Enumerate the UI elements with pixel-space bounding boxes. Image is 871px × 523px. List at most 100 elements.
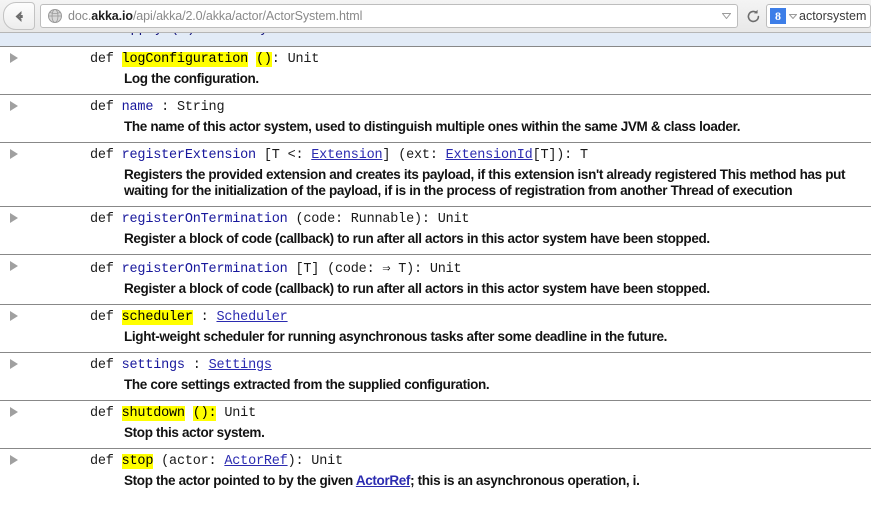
url-prefix: doc. [68,9,92,23]
member-return-type: Unit [437,212,470,227]
member-return-type-link[interactable]: Scheduler [216,310,287,325]
member-signature: def scheduler : Scheduler [0,305,871,326]
expand-toggle-icon[interactable] [10,311,18,321]
member-colon: : [200,310,209,325]
member-name: logConfiguration [121,52,249,67]
expand-toggle-icon[interactable] [10,261,18,271]
search-engine-icon[interactable]: 8 [770,8,786,24]
member-description: Register a block of code (callback) to r… [124,281,710,296]
keyword-def: def [90,212,114,227]
member-row[interactable]: def stop (actor: ActorRef): Unit Stop th… [0,448,871,496]
member-description: Light-weight scheduler for running async… [124,329,668,344]
member-return-type: Unit [287,52,320,67]
member-return-type: Unit [224,406,256,421]
member-signature: def registerOnTermination (code: Runnabl… [0,207,871,228]
member-return-type-link[interactable]: Settings [209,358,272,373]
member-description: Register a block of code (callback) to r… [124,231,710,246]
member-signature: def settings : Settings [0,353,871,374]
member-row[interactable]: def registerOnTermination (code: Runnabl… [0,206,871,254]
url-path: /api/akka/2.0/akka/actor/ActorSystem.htm… [132,9,363,23]
member-description: Registers the provided extension and cre… [124,167,846,198]
reload-button[interactable] [742,9,764,24]
globe-favicon-icon [48,9,62,23]
member-row[interactable]: def registerOnTermination [T] (code: ⇒ T… [0,254,871,304]
keyword-def: def [90,52,114,67]
member-return-type: T [579,148,588,163]
member-return-type: Unit [311,454,343,469]
keyword-def: def [90,406,114,421]
member-signature: def name : String [0,95,871,116]
param-type-link[interactable]: ActorRef [224,454,287,469]
member-signature: def stop (actor: ActorRef): Unit [0,449,871,470]
member-name: shutdown [121,406,185,421]
member-params: () [255,52,272,67]
type-params-pre: [T <: [263,148,312,163]
member-signature: def logConfiguration (): Unit [0,47,871,68]
member-signature: def shutdown (): Unit [0,401,871,422]
member-name: registerOnTermination [121,262,288,277]
expand-toggle-icon[interactable] [10,455,18,465]
description-tail: ; this is an asynchronous operation, i. [410,473,640,488]
member-description: Stop the actor pointed to by the given A… [0,470,871,496]
params-pre: (actor: [161,454,225,469]
url-domain: akka.io [91,9,133,23]
member-name: settings [121,358,185,373]
member-params: (code: Runnable): [295,212,430,227]
back-arrow-icon [15,10,23,22]
actorref-link[interactable]: ActorRef [356,473,411,488]
keyword-def: def [90,310,114,325]
clipped-member-row[interactable]: def apply ( ): ActorSystem [0,33,871,46]
expand-toggle-icon[interactable] [10,407,18,417]
expand-toggle-icon[interactable] [10,359,18,369]
expand-toggle-icon[interactable] [10,213,18,223]
expand-toggle-icon[interactable] [10,149,18,159]
member-description: The core settings extracted from the sup… [124,377,490,392]
description-line-with-link: Stop the actor pointed to by the given A… [124,473,640,488]
type-params-post: ] [382,148,391,163]
member-colon: : [192,358,201,373]
expand-toggle-icon[interactable] [10,53,18,63]
keyword-def: def [90,148,114,163]
member-return-type: Unit [429,262,462,277]
member-description: Stop this actor system. [124,425,265,440]
clipped-signature: def apply ( ): ActorSystem [0,33,301,37]
keyword-def: def [90,262,114,277]
member-return-type: String [176,100,225,115]
address-dropdown-caret-icon[interactable] [718,13,734,19]
member-row[interactable]: def name : String The name of this actor… [0,94,871,142]
browser-toolbar: doc.akka.io/api/akka/2.0/akka/actor/Acto… [0,0,871,33]
back-button[interactable] [3,2,35,30]
member-colon: : [161,100,170,115]
member-colon: : [271,52,280,67]
param-type-link[interactable]: ExtensionId [446,148,533,163]
member-name: registerOnTermination [121,212,288,227]
params-post: [T]): [532,148,573,163]
member-row[interactable]: def registerExtension [T <: Extension] (… [0,142,871,206]
search-bar[interactable]: 8 actorsystem [766,4,871,28]
member-name: name [121,100,154,115]
documentation-content: def apply ( ): ActorSystem def logConfig… [0,33,871,523]
member-name: scheduler [121,310,193,325]
keyword-def: def [90,100,114,115]
address-bar[interactable]: doc.akka.io/api/akka/2.0/akka/actor/Acto… [40,4,738,28]
url-text: doc.akka.io/api/akka/2.0/akka/actor/Acto… [68,9,718,23]
member-row[interactable]: def logConfiguration (): Unit Log the co… [0,46,871,94]
type-bound-link[interactable]: Extension [311,148,382,163]
search-engine-caret-icon[interactable] [786,13,799,19]
member-params: (): [192,406,217,421]
member-row[interactable]: def shutdown (): Unit Stop this actor sy… [0,400,871,448]
reload-icon [747,9,759,22]
search-input[interactable]: actorsystem [799,9,866,23]
member-name: registerExtension [121,148,257,163]
member-params: [T] (code: ⇒ T): [295,262,422,277]
params-pre: (ext: [398,148,446,163]
member-row[interactable]: def scheduler : Scheduler Light-weight s… [0,304,871,352]
keyword-def: def [90,454,114,469]
member-row[interactable]: def settings : Settings The core setting… [0,352,871,400]
member-description: Log the configuration. [124,71,259,86]
member-description: The name of this actor system, used to d… [124,119,741,134]
keyword-def: def [90,358,114,373]
params-post: ): [287,454,304,469]
expand-toggle-icon[interactable] [10,101,18,111]
member-signature: def registerOnTermination [T] (code: ⇒ T… [0,255,871,278]
